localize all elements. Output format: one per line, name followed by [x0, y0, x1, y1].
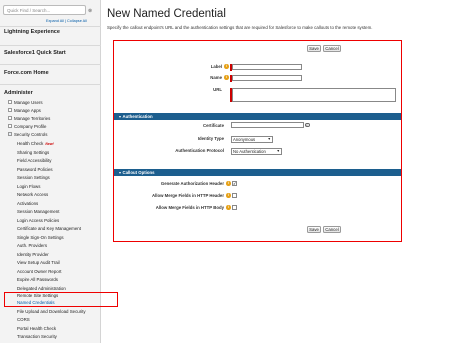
sidebar-item-login-access-policies[interactable]: Login Access Policies [17, 218, 59, 223]
sidebar-item-certificate-key-management[interactable]: Certificate and Key Management [17, 226, 81, 231]
expand-toggle-icon[interactable] [8, 100, 12, 105]
sidebar-item-auth-providers[interactable]: Auth. Providers [17, 243, 47, 248]
sidebar-item-transaction-security[interactable]: Transaction Security [17, 334, 57, 339]
sidebar-section-force-com-home[interactable]: Force.com Home [4, 70, 49, 76]
sidebar-item-file-upload-download-security[interactable]: File Upload and Download Security [17, 309, 86, 314]
sidebar-item-label: Manage Users [14, 100, 43, 105]
sidebar-item-delegated-administration[interactable]: Delegated Administration [17, 286, 66, 291]
sidebar-item-expire-all-passwords[interactable]: Expire All Passwords [17, 277, 58, 282]
new-badge: New! [45, 142, 54, 146]
sidebar-section-salesforce1-quick-start[interactable]: Salesforce1 Quick Start [4, 50, 66, 56]
expand-toggle-icon[interactable] [8, 116, 12, 121]
sidebar-item-sharing-settings[interactable]: Sharing Settings [17, 150, 49, 155]
sidebar-item-label: Manage Apps [14, 108, 41, 113]
sidebar-item-manage-apps[interactable]: Manage Apps [8, 108, 41, 113]
sidebar-item-account-owner-report[interactable]: Account Owner Report [17, 269, 61, 274]
sidebar-item-label: Manage Territories [14, 116, 51, 121]
named-credentials-highlight [4, 292, 118, 307]
sidebar-item-cors[interactable]: CORS [17, 317, 30, 322]
expand-toggle-icon[interactable] [8, 108, 12, 113]
sidebar-item-manage-users[interactable]: Manage Users [8, 100, 43, 105]
expand-collapse-all-link[interactable]: Expand All | Collapse All [46, 19, 87, 23]
form-highlight [113, 40, 402, 242]
sidebar-item-activations[interactable]: Activations [17, 201, 38, 206]
sidebar-item-identity-provider[interactable]: Identity Provider [17, 252, 49, 257]
sidebar-item-manage-territories[interactable]: Manage Territories [8, 116, 50, 121]
sidebar-item-label: Company Profile [14, 124, 47, 129]
sidebar-section-divider [0, 26, 101, 27]
sidebar-item-single-sign-on-settings[interactable]: Single Sign-On Settings [17, 235, 64, 240]
sidebar-item-field-accessibility[interactable]: Field Accessibility [17, 158, 51, 163]
sidebar-section-administer: Administer [4, 90, 33, 96]
sidebar-item-password-policies[interactable]: Password Policies [17, 167, 53, 172]
sidebar-section-divider [0, 84, 101, 85]
sidebar-section-divider [0, 64, 101, 65]
sidebar-item-session-management[interactable]: Session Management [17, 209, 59, 214]
clear-search-icon[interactable]: ⊗ [88, 8, 94, 14]
sidebar-section-divider [0, 45, 101, 46]
page-description: Specify the callout endpoint's URL and t… [107, 25, 373, 30]
quick-find-input[interactable]: Quick Find / Search... [3, 5, 86, 15]
expand-toggle-icon[interactable] [8, 124, 12, 129]
sidebar-item-company-profile[interactable]: Company Profile [8, 124, 46, 129]
sidebar-item-label: Health Check [17, 141, 44, 146]
page-title: New Named Credential [107, 8, 226, 20]
sidebar-item-portal-health-check[interactable]: Portal Health Check [17, 326, 56, 331]
sidebar-item-network-access[interactable]: Network Access [17, 192, 48, 197]
sidebar-item-login-flows[interactable]: Login Flows [17, 184, 40, 189]
sidebar-item-health-check[interactable]: Health Check New! [17, 141, 54, 146]
collapse-toggle-icon[interactable] [8, 132, 12, 137]
sidebar-item-view-setup-audit-trail[interactable]: View Setup Audit Trail [17, 260, 60, 265]
sidebar-item-security-controls[interactable]: Security Controls [8, 132, 47, 137]
sidebar-section-lightning-experience[interactable]: Lightning Experience [4, 29, 60, 35]
sidebar-item-session-settings[interactable]: Session Settings [17, 175, 50, 180]
sidebar-item-label: Security Controls [14, 132, 48, 137]
